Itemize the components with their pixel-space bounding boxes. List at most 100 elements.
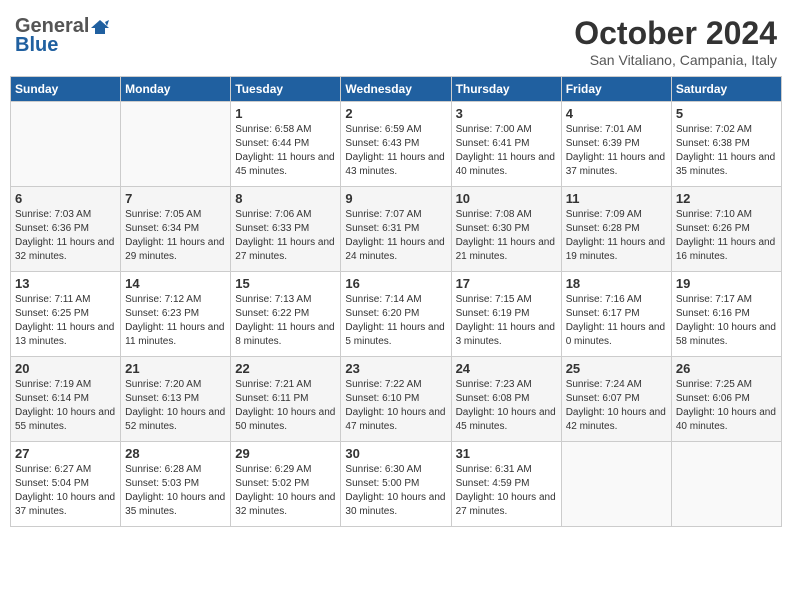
day-detail: Sunrise: 7:10 AMSunset: 6:26 PMDaylight:… bbox=[676, 208, 777, 264]
title-block: October 2024 San Vitaliano, Campania, It… bbox=[574, 15, 777, 68]
day-number: 1 bbox=[235, 106, 336, 121]
logo-bird-icon bbox=[91, 18, 109, 36]
day-detail: Sunrise: 7:12 AMSunset: 6:23 PMDaylight:… bbox=[125, 293, 226, 349]
day-number: 23 bbox=[345, 361, 446, 376]
day-detail: Sunrise: 7:03 AMSunset: 6:36 PMDaylight:… bbox=[15, 208, 116, 264]
table-row: 9Sunrise: 7:07 AMSunset: 6:31 PMDaylight… bbox=[341, 187, 451, 272]
table-row: 4 Sunrise: 7:01 AMSunset: 6:39 PMDaylight… bbox=[561, 102, 671, 187]
table-row: 30Sunrise: 6:30 AMSunset: 5:00 PMDayligh… bbox=[341, 442, 451, 527]
day-detail: Sunrise: 7:01 AMSunset: 6:39 PMDaylight:… bbox=[566, 123, 667, 179]
day-number: 25 bbox=[566, 361, 667, 376]
calendar-week-row: 1 Sunrise: 6:58 AMSunset: 6:44 PMDaylight… bbox=[11, 102, 782, 187]
day-number: 19 bbox=[676, 276, 777, 291]
table-row: 18Sunrise: 7:16 AMSunset: 6:17 PMDayligh… bbox=[561, 272, 671, 357]
day-number: 17 bbox=[456, 276, 557, 291]
day-number: 28 bbox=[125, 446, 226, 461]
table-row: 17 Sunrise: 7:15 AMSunset: 6:19 PMDayligh… bbox=[451, 272, 561, 357]
header-friday: Friday bbox=[561, 77, 671, 102]
table-row: 25 Sunrise: 7:24 AMSunset: 6:07 PMDayligh… bbox=[561, 357, 671, 442]
table-row: 10 Sunrise: 7:08 AMSunset: 6:30 PMDayligh… bbox=[451, 187, 561, 272]
day-detail: Sunrise: 6:59 AMSunset: 6:43 PMDaylight:… bbox=[345, 123, 446, 179]
day-detail: Sunrise: 6:58 AMSunset: 6:44 PMDaylight:… bbox=[235, 123, 336, 179]
day-number: 30 bbox=[345, 446, 446, 461]
calendar-week-row: 6 Sunrise: 7:03 AMSunset: 6:36 PMDaylight… bbox=[11, 187, 782, 272]
table-row: 3 Sunrise: 7:00 AMSunset: 6:41 PMDaylight… bbox=[451, 102, 561, 187]
day-number: 26 bbox=[676, 361, 777, 376]
day-number: 18 bbox=[566, 276, 667, 291]
day-number: 3 bbox=[456, 106, 557, 121]
day-detail: Sunrise: 6:28 AMSunset: 5:03 PMDaylight:… bbox=[125, 463, 226, 519]
location-title: San Vitaliano, Campania, Italy bbox=[574, 52, 777, 68]
day-number: 27 bbox=[15, 446, 116, 461]
day-detail: Sunrise: 7:21 AMSunset: 6:11 PMDaylight:… bbox=[235, 378, 336, 434]
table-row: 20 Sunrise: 7:19 AMSunset: 6:14 PMDayligh… bbox=[11, 357, 121, 442]
header-wednesday: Wednesday bbox=[341, 77, 451, 102]
calendar-week-row: 13Sunrise: 7:11 AMSunset: 6:25 PMDayligh… bbox=[11, 272, 782, 357]
table-row: 28 Sunrise: 6:28 AMSunset: 5:03 PMDayligh… bbox=[121, 442, 231, 527]
day-detail: Sunrise: 7:02 AMSunset: 6:38 PMDaylight:… bbox=[676, 123, 777, 179]
table-row: 27 Sunrise: 6:27 AMSunset: 5:04 PMDayligh… bbox=[11, 442, 121, 527]
logo-blue: Blue bbox=[15, 34, 58, 57]
day-detail: Sunrise: 7:25 AMSunset: 6:06 PMDaylight:… bbox=[676, 378, 777, 434]
day-number: 9 bbox=[345, 191, 446, 206]
table-row: 29Sunrise: 6:29 AMSunset: 5:02 PMDayligh… bbox=[231, 442, 341, 527]
table-row bbox=[11, 102, 121, 187]
table-row: 1 Sunrise: 6:58 AMSunset: 6:44 PMDaylight… bbox=[231, 102, 341, 187]
table-row: 2 Sunrise: 6:59 AMSunset: 6:43 PMDaylight… bbox=[341, 102, 451, 187]
day-detail: Sunrise: 7:23 AMSunset: 6:08 PMDaylight:… bbox=[456, 378, 557, 434]
day-number: 21 bbox=[125, 361, 226, 376]
table-row: 11Sunrise: 7:09 AMSunset: 6:28 PMDayligh… bbox=[561, 187, 671, 272]
calendar-table: Sunday Monday Tuesday Wednesday Thursday… bbox=[10, 76, 782, 527]
day-detail: Sunrise: 7:13 AMSunset: 6:22 PMDaylight:… bbox=[235, 293, 336, 349]
day-number: 4 bbox=[566, 106, 667, 121]
header-monday: Monday bbox=[121, 77, 231, 102]
day-detail: Sunrise: 6:31 AMSunset: 4:59 PMDaylight:… bbox=[456, 463, 557, 519]
header-saturday: Saturday bbox=[671, 77, 781, 102]
day-number: 29 bbox=[235, 446, 336, 461]
day-number: 13 bbox=[15, 276, 116, 291]
calendar-week-row: 27 Sunrise: 6:27 AMSunset: 5:04 PMDayligh… bbox=[11, 442, 782, 527]
day-detail: Sunrise: 7:22 AMSunset: 6:10 PMDaylight:… bbox=[345, 378, 446, 434]
day-detail: Sunrise: 7:05 AMSunset: 6:34 PMDaylight:… bbox=[125, 208, 226, 264]
day-detail: Sunrise: 6:27 AMSunset: 5:04 PMDaylight:… bbox=[15, 463, 116, 519]
weekday-header-row: Sunday Monday Tuesday Wednesday Thursday… bbox=[11, 77, 782, 102]
day-number: 7 bbox=[125, 191, 226, 206]
table-row: 22 Sunrise: 7:21 AMSunset: 6:11 PMDayligh… bbox=[231, 357, 341, 442]
table-row: 12 Sunrise: 7:10 AMSunset: 6:26 PMDayligh… bbox=[671, 187, 781, 272]
day-detail: Sunrise: 7:24 AMSunset: 6:07 PMDaylight:… bbox=[566, 378, 667, 434]
day-number: 8 bbox=[235, 191, 336, 206]
calendar-week-row: 20 Sunrise: 7:19 AMSunset: 6:14 PMDayligh… bbox=[11, 357, 782, 442]
day-detail: Sunrise: 7:19 AMSunset: 6:14 PMDaylight:… bbox=[15, 378, 116, 434]
day-number: 15 bbox=[235, 276, 336, 291]
day-number: 10 bbox=[456, 191, 557, 206]
header-tuesday: Tuesday bbox=[231, 77, 341, 102]
day-detail: Sunrise: 7:09 AMSunset: 6:28 PMDaylight:… bbox=[566, 208, 667, 264]
table-row: 31 Sunrise: 6:31 AMSunset: 4:59 PMDayligh… bbox=[451, 442, 561, 527]
day-detail: Sunrise: 7:15 AMSunset: 6:19 PMDaylight:… bbox=[456, 293, 557, 349]
day-number: 22 bbox=[235, 361, 336, 376]
day-number: 6 bbox=[15, 191, 116, 206]
table-row: 6 Sunrise: 7:03 AMSunset: 6:36 PMDaylight… bbox=[11, 187, 121, 272]
day-detail: Sunrise: 7:00 AMSunset: 6:41 PMDaylight:… bbox=[456, 123, 557, 179]
day-number: 24 bbox=[456, 361, 557, 376]
day-detail: Sunrise: 7:14 AMSunset: 6:20 PMDaylight:… bbox=[345, 293, 446, 349]
day-number: 14 bbox=[125, 276, 226, 291]
table-row: 16 Sunrise: 7:14 AMSunset: 6:20 PMDayligh… bbox=[341, 272, 451, 357]
table-row: 23 Sunrise: 7:22 AMSunset: 6:10 PMDayligh… bbox=[341, 357, 451, 442]
table-row: 14 Sunrise: 7:12 AMSunset: 6:23 PMDayligh… bbox=[121, 272, 231, 357]
table-row: 24 Sunrise: 7:23 AMSunset: 6:08 PMDayligh… bbox=[451, 357, 561, 442]
day-detail: Sunrise: 7:06 AMSunset: 6:33 PMDaylight:… bbox=[235, 208, 336, 264]
day-number: 2 bbox=[345, 106, 446, 121]
header: General Blue October 2024 San Vitaliano,… bbox=[10, 10, 782, 68]
table-row: 19 Sunrise: 7:17 AMSunset: 6:16 PMDayligh… bbox=[671, 272, 781, 357]
day-detail: Sunrise: 7:08 AMSunset: 6:30 PMDaylight:… bbox=[456, 208, 557, 264]
header-thursday: Thursday bbox=[451, 77, 561, 102]
table-row: 8 Sunrise: 7:06 AMSunset: 6:33 PMDaylight… bbox=[231, 187, 341, 272]
day-number: 31 bbox=[456, 446, 557, 461]
day-number: 16 bbox=[345, 276, 446, 291]
day-number: 20 bbox=[15, 361, 116, 376]
table-row: 26 Sunrise: 7:25 AMSunset: 6:06 PMDayligh… bbox=[671, 357, 781, 442]
day-number: 12 bbox=[676, 191, 777, 206]
day-detail: Sunrise: 7:17 AMSunset: 6:16 PMDaylight:… bbox=[676, 293, 777, 349]
table-row bbox=[561, 442, 671, 527]
